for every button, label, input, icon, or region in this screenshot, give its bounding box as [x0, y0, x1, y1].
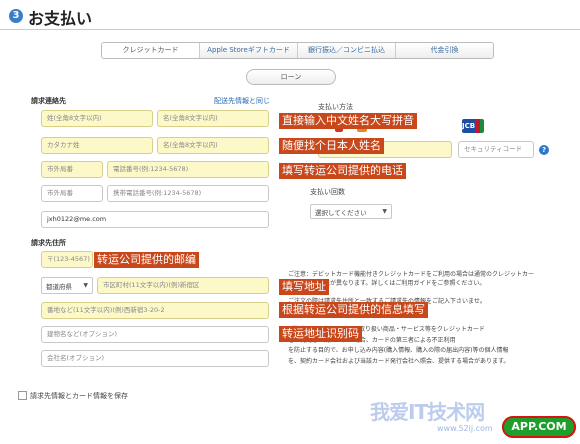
chevron-down-icon: ▼ [382, 208, 387, 215]
header-divider [0, 29, 580, 30]
street-address-input[interactable]: 番地など(11文字以内)(例)西新宿3-20-2 [41, 302, 269, 319]
first-name-input[interactable]: 名(全角8文字以内) [157, 110, 269, 127]
jcb-logo-icon: JCB [462, 119, 484, 133]
watermark-text: 我爱IT技术网 [370, 400, 485, 424]
payment-method-tabs: クレジットカード Apple Storeギフトカード 銀行振込／コンビニ払込 代… [101, 42, 494, 59]
mobile-phone-input[interactable]: 携帯電話番号(例:1234-5678) [107, 185, 269, 202]
tab-bank-transfer[interactable]: 銀行振込／コンビニ払込 [298, 43, 396, 58]
annotation-japanese-name: 随便找个日本人姓名 [279, 138, 384, 154]
save-info-checkbox[interactable] [18, 391, 27, 400]
help-icon[interactable]: ? [539, 145, 549, 155]
installments-label: 支払い回数 [310, 188, 345, 196]
step-number-badge: 3 [9, 9, 23, 23]
building-name-input[interactable]: 建物名など(オプション) [41, 326, 269, 343]
annotation-forwarder-info: 根据转运公司提供的信息填写 [279, 302, 428, 318]
area-code-input[interactable]: 市外局番 [41, 161, 103, 178]
billing-contact-label: 請求連絡先 [31, 97, 66, 105]
payment-notice: ご注意：デビットカード機能付きクレジットカードをご利用の場合は通常のクレジットカ… [288, 271, 535, 287]
phone-number-input[interactable]: 電話番号(例:1234-5678) [107, 161, 269, 178]
watermark-badge: APP.COM [502, 416, 576, 438]
prefecture-value: 都道府県 [46, 282, 72, 291]
company-name-input[interactable]: 会社名(オプション) [41, 350, 269, 367]
annotation-address-id: 转运地址识别码 [279, 326, 362, 342]
last-name-kana-input[interactable]: カタカナ姓 [41, 137, 153, 154]
page-title: お支払い [28, 9, 93, 28]
watermark-url: www.52ij.com [437, 424, 493, 433]
email-input[interactable]: jxh0122@me.com [41, 211, 269, 228]
payment-method-label: 支払い方法 [318, 103, 353, 111]
first-name-kana-input[interactable]: 名(全角8文字以内) [157, 137, 269, 154]
installments-value: 選択してください [315, 208, 367, 217]
same-as-shipping-link[interactable]: 配送先情報と同じ [214, 96, 270, 106]
mobile-area-code-input[interactable]: 市外局番 [41, 185, 103, 202]
tab-apple-store-gift-card[interactable]: Apple Storeギフトカード [200, 43, 298, 58]
last-name-input[interactable]: 姓(全角8文字以内) [41, 110, 153, 127]
save-info-label: 請求先情報とカード情報を保存 [30, 392, 128, 400]
postal-code-input[interactable]: 〒(123-4567) [41, 251, 93, 268]
prefecture-select[interactable]: 都道府県 ▼ [41, 277, 93, 294]
chevron-down-icon: ▼ [83, 282, 88, 289]
billing-address-label: 請求先住所 [31, 239, 66, 247]
annotation-pinyin-name: 直接输入中文姓名大写拼音 [279, 113, 417, 129]
security-code-input[interactable]: セキュリティコード [458, 141, 534, 158]
annotation-phone: 填写转运公司提供的电话 [279, 163, 406, 179]
loan-button[interactable]: ローン [246, 69, 336, 85]
tab-credit-card[interactable]: クレジットカード [102, 43, 200, 58]
city-input[interactable]: 市区町村(11文字以内)(例)新宿区 [97, 277, 269, 294]
annotation-postal-code: 转运公司提供的邮编 [94, 252, 199, 268]
annotation-address: 填写地址 [279, 279, 329, 295]
tab-cash-on-delivery[interactable]: 代金引換 [396, 43, 493, 58]
installments-select[interactable]: 選択してください ▼ [310, 204, 392, 219]
